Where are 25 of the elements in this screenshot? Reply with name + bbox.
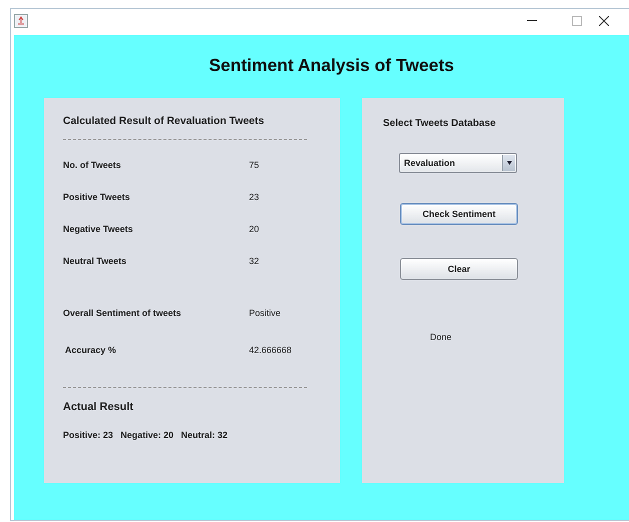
section-heading: Actual Result	[63, 401, 134, 413]
status-text: Done	[430, 332, 452, 342]
stat-value: 32	[249, 256, 260, 266]
window-title: Sentiment Analysis of Tweets	[208, 55, 454, 76]
stat-value: 42.666668	[249, 345, 292, 355]
close-icon[interactable]	[599, 16, 609, 26]
clear-button[interactable]: Clear	[400, 258, 518, 280]
check-sentiment-button[interactable]: Check Sentiment	[400, 203, 518, 225]
stat-value: Positive	[249, 308, 281, 318]
caret-icon	[506, 161, 512, 165]
app-icon	[14, 14, 28, 28]
actual-result-text: Positive: 23 Negative: 20 Neutral: 32	[63, 430, 228, 440]
stat-value: 75	[249, 160, 260, 170]
database-dropdown[interactable]: Revaluation	[399, 153, 517, 173]
stat-value: 20	[249, 224, 260, 234]
stat-label: No. of Tweets	[63, 160, 121, 170]
stat-label: Neutral Tweets	[63, 256, 126, 266]
panel-heading: Select Tweets Database	[383, 118, 496, 129]
stat-label: Negative Tweets	[63, 224, 133, 234]
stat-label: Overall Sentiment of tweets	[63, 308, 182, 318]
minimize-icon[interactable]	[526, 20, 536, 22]
stat-label: Accuracy %	[65, 345, 116, 355]
stat-label: Positive Tweets	[63, 192, 130, 202]
panel-heading: Calculated Result of Revaluation Tweets	[63, 115, 264, 127]
stat-value: 23	[249, 192, 260, 202]
